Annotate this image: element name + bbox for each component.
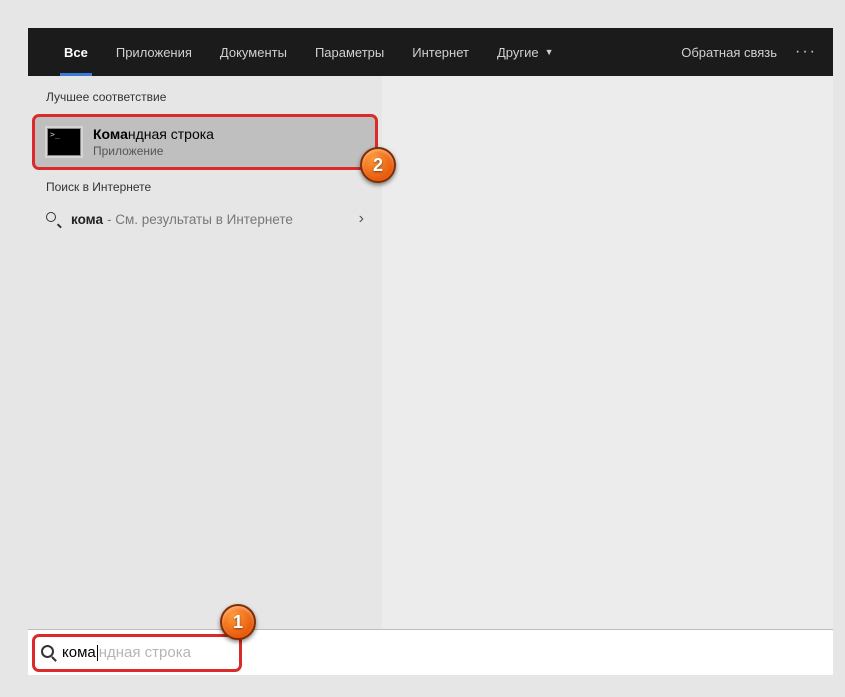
tab-parameters[interactable]: Параметры bbox=[301, 28, 398, 76]
tab-other[interactable]: Другие ▼ bbox=[483, 28, 568, 76]
result-subtitle: Приложение bbox=[93, 144, 214, 158]
search-input[interactable]: командная строка bbox=[32, 634, 242, 672]
search-typed-text: командная строка bbox=[62, 644, 191, 661]
annotation-badge-2: 2 bbox=[360, 147, 396, 183]
feedback-link[interactable]: Обратная связь bbox=[681, 45, 777, 60]
best-match-result[interactable]: Командная строка Приложение bbox=[32, 114, 378, 170]
search-icon bbox=[46, 212, 61, 227]
tab-other-label: Другие bbox=[497, 45, 539, 60]
search-icon bbox=[41, 645, 56, 660]
result-title: Командная строка bbox=[93, 126, 214, 142]
preview-pane bbox=[382, 76, 833, 675]
results-column: Лучшее соответствие Командная строка При… bbox=[28, 76, 382, 675]
tab-documents[interactable]: Документы bbox=[206, 28, 301, 76]
tab-apps[interactable]: Приложения bbox=[102, 28, 206, 76]
chevron-right-icon: › bbox=[359, 210, 364, 228]
command-prompt-icon bbox=[47, 128, 81, 156]
web-search-result[interactable]: кома- См. результаты в Интернете › bbox=[28, 200, 382, 238]
tab-all[interactable]: Все bbox=[50, 28, 102, 76]
chevron-down-icon: ▼ bbox=[545, 47, 554, 57]
web-query-text: кома- См. результаты в Интернете bbox=[71, 212, 293, 227]
web-search-label: Поиск в Интернете bbox=[28, 180, 382, 200]
search-bar: командная строка bbox=[28, 629, 833, 675]
best-match-label: Лучшее соответствие bbox=[28, 90, 382, 110]
tab-internet[interactable]: Интернет bbox=[398, 28, 483, 76]
filter-tabs: Все Приложения Документы Параметры Интер… bbox=[28, 28, 833, 76]
annotation-badge-1: 1 bbox=[220, 604, 256, 640]
more-icon[interactable]: ··· bbox=[795, 43, 817, 61]
